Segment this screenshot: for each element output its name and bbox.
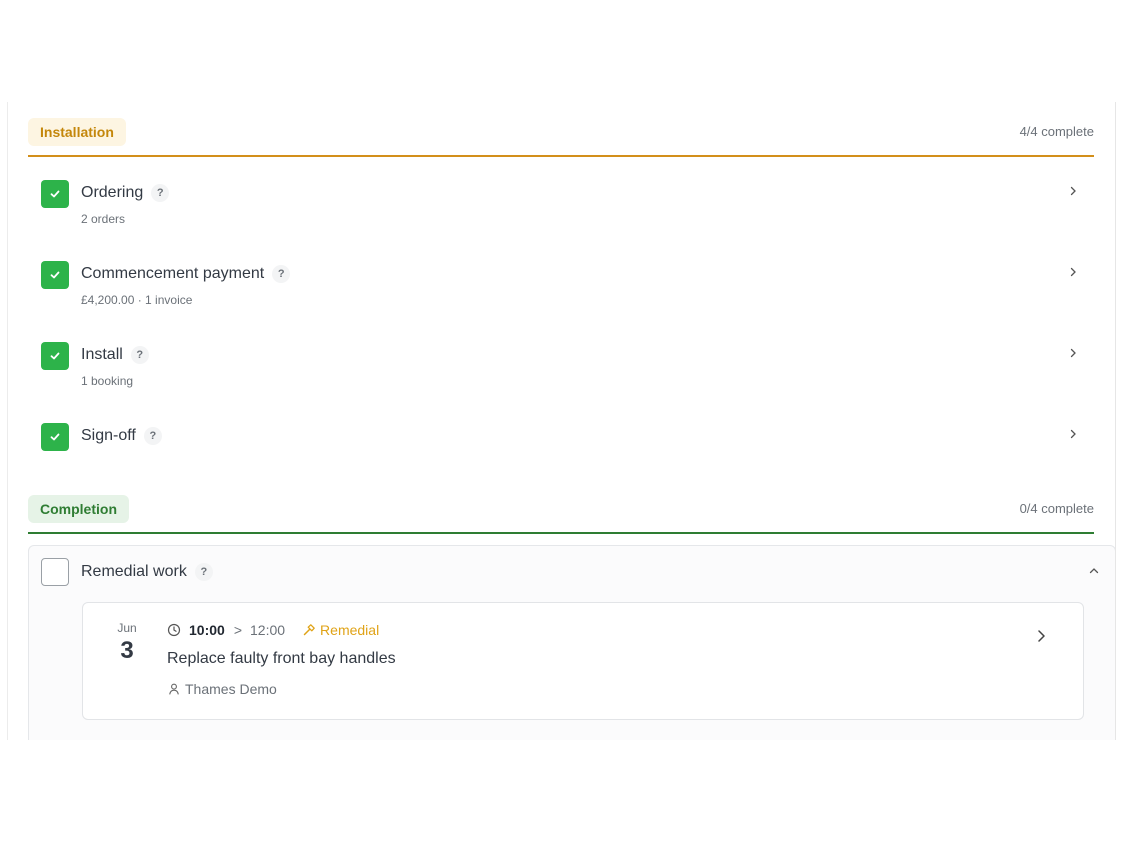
task-title: Sign-off bbox=[81, 427, 136, 445]
check-icon[interactable] bbox=[41, 423, 69, 451]
section-header-completion: Completion 0/4 complete bbox=[28, 495, 1094, 534]
task-subtitle: £4,200.00 · 1 invoice bbox=[81, 293, 193, 307]
booking-end-time: 12:00 bbox=[250, 622, 286, 638]
chevron-right-icon[interactable] bbox=[1068, 348, 1078, 358]
section-badge-installation: Installation bbox=[28, 118, 126, 146]
booking-assignee: Thames Demo bbox=[167, 681, 277, 697]
task-title: Ordering bbox=[81, 184, 144, 202]
help-icon[interactable]: ? bbox=[151, 184, 170, 202]
task-title: Remedial work bbox=[81, 563, 187, 581]
help-icon[interactable]: ? bbox=[272, 265, 291, 283]
booking-day: 3 bbox=[120, 637, 134, 664]
section-badge-completion: Completion bbox=[28, 495, 129, 523]
booking-start-time: 10:00 bbox=[189, 622, 225, 638]
task-subtitle: 2 orders bbox=[81, 212, 126, 226]
assignee-name: Thames Demo bbox=[185, 681, 277, 697]
check-icon[interactable] bbox=[41, 180, 69, 208]
section-header-installation: Installation 4/4 complete bbox=[28, 118, 1094, 157]
section-divider bbox=[28, 155, 1094, 157]
section-divider bbox=[28, 532, 1094, 534]
hammer-icon bbox=[303, 624, 315, 636]
task-title: Install bbox=[81, 346, 123, 364]
help-icon[interactable]: ? bbox=[130, 346, 149, 364]
section-progress-installation: 4/4 complete bbox=[1019, 124, 1094, 139]
task-remedial-work: Remedial work? Jun 3 10:00 > 12:00 Remed… bbox=[28, 545, 1115, 740]
task-sign-off[interactable]: Sign-off? bbox=[28, 415, 1094, 475]
checkbox[interactable] bbox=[41, 558, 69, 586]
task-ordering[interactable]: Ordering? 2 orders bbox=[28, 172, 1094, 232]
help-icon[interactable]: ? bbox=[143, 427, 162, 445]
help-icon[interactable]: ? bbox=[194, 563, 213, 581]
task-commencement-payment[interactable]: Commencement payment? £4,200.00 · 1 invo… bbox=[28, 253, 1094, 313]
task-title: Commencement payment bbox=[81, 265, 265, 283]
booking-time-row: 10:00 > 12:00 Remedial bbox=[167, 621, 379, 639]
booking-type: Remedial bbox=[302, 622, 379, 638]
booking-title: Replace faulty front bay handles bbox=[167, 650, 396, 667]
clock-icon bbox=[167, 623, 181, 637]
booking-type-label: Remedial bbox=[320, 622, 380, 638]
booking-month: Jun bbox=[117, 621, 137, 635]
chevron-right-icon[interactable] bbox=[1068, 267, 1078, 277]
section-progress-completion: 0/4 complete bbox=[1019, 501, 1094, 516]
check-icon[interactable] bbox=[41, 261, 69, 289]
chevron-right-icon[interactable] bbox=[1035, 629, 1047, 643]
chevron-up-icon[interactable] bbox=[1089, 566, 1099, 576]
booking-card[interactable]: Jun 3 10:00 > 12:00 Remedial Replace fau… bbox=[82, 602, 1084, 720]
job-workflow-panel: Installation 4/4 complete Ordering? 2 or… bbox=[7, 102, 1116, 740]
time-separator: > bbox=[233, 622, 242, 638]
task-subtitle: 1 booking bbox=[81, 374, 134, 388]
task-install[interactable]: Install? 1 booking bbox=[28, 334, 1094, 394]
check-icon[interactable] bbox=[41, 342, 69, 370]
chevron-right-icon[interactable] bbox=[1068, 186, 1078, 196]
chevron-right-icon[interactable] bbox=[1068, 429, 1078, 439]
user-icon bbox=[169, 683, 179, 695]
